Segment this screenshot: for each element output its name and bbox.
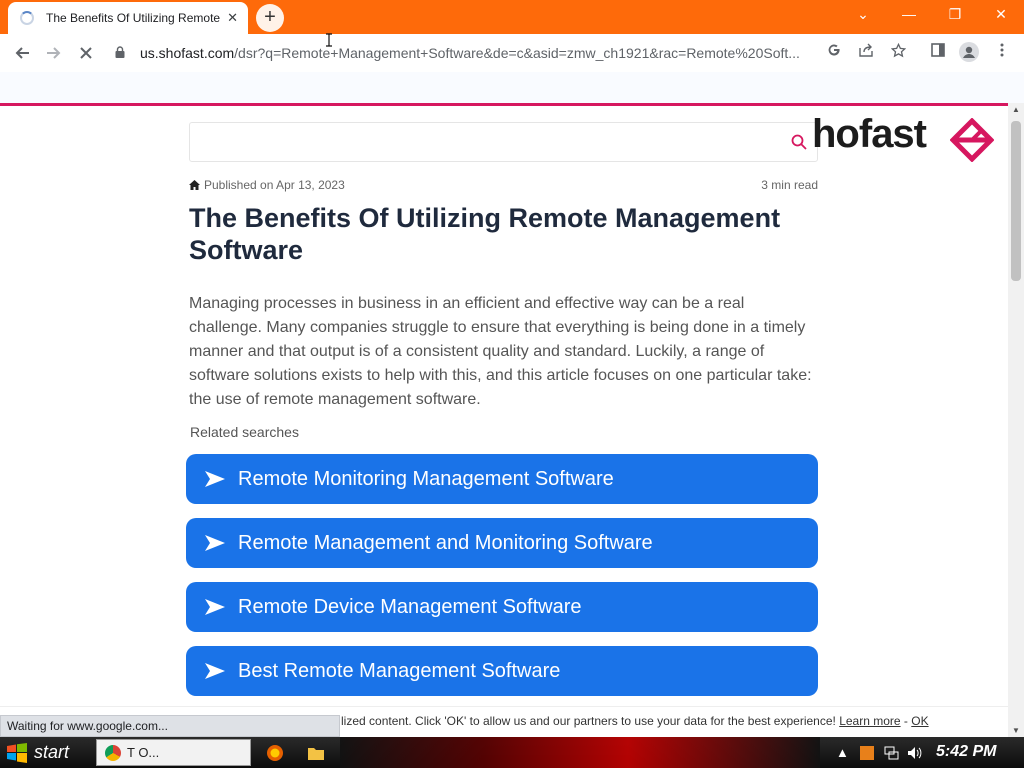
cookie-separator: - xyxy=(903,714,908,728)
restore-button[interactable]: ❐ xyxy=(932,0,978,30)
volume-icon[interactable] xyxy=(906,744,924,762)
shofast-logo-icon[interactable] xyxy=(950,118,994,162)
article-title: The Benefits Of Utilizing Remote Managem… xyxy=(189,203,781,265)
web-page: hofast Published on Apr 13, 2023 3 min r… xyxy=(0,106,1008,706)
start-button[interactable]: start xyxy=(0,737,88,768)
home-icon xyxy=(189,180,200,190)
status-bubble: Waiting for www.google.com... xyxy=(0,715,340,737)
article-meta: Published on Apr 13, 2023 3 min read xyxy=(189,178,818,192)
taskbar-clock[interactable]: 5:42 PM xyxy=(936,743,996,761)
loading-spinner-icon xyxy=(20,11,34,25)
profile-avatar-icon[interactable] xyxy=(959,42,979,62)
scroll-thumb[interactable] xyxy=(1011,121,1021,281)
related-search-label: Remote Management and Monitoring Softwar… xyxy=(238,531,653,554)
related-search-button[interactable]: Remote Device Management Software xyxy=(186,582,818,632)
tab-close-icon[interactable]: ✕ xyxy=(227,10,238,26)
learn-more-link[interactable]: Learn more xyxy=(839,714,900,728)
tray-app-icon[interactable] xyxy=(858,744,876,762)
google-lens-icon[interactable] xyxy=(824,43,844,61)
read-time: 3 min read xyxy=(761,178,818,192)
stop-loading-button[interactable] xyxy=(72,39,100,67)
page-scrollbar[interactable]: ▲ ▼ xyxy=(1008,103,1024,737)
browser-toolbar: us.shofast.com/dsr?q=Remote+Management+S… xyxy=(0,34,1024,72)
related-search-label: Remote Monitoring Management Software xyxy=(238,467,614,490)
tab-strip: The Benefits Of Utilizing Remote Managem… xyxy=(0,0,1024,34)
text-cursor-icon xyxy=(326,33,332,47)
arrow-right-icon xyxy=(205,535,225,551)
network-icon[interactable] xyxy=(882,744,900,762)
site-logo-text[interactable]: hofast xyxy=(812,112,927,157)
forward-button[interactable] xyxy=(40,39,68,67)
address-bar[interactable]: us.shofast.com/dsr?q=Remote+Management+S… xyxy=(110,38,940,68)
taskbar-background-image xyxy=(340,737,820,768)
cookie-ok-link[interactable]: OK xyxy=(911,714,928,728)
tab-title: The Benefits Of Utilizing Remote Managem… xyxy=(46,11,221,25)
back-button[interactable] xyxy=(8,39,36,67)
tray-expand-icon[interactable]: ▲ xyxy=(836,745,849,760)
taskbar-item-label: T O... xyxy=(127,745,160,760)
new-tab-button[interactable]: + xyxy=(256,4,284,32)
side-panel-icon[interactable] xyxy=(928,43,948,61)
published-date: Published on Apr 13, 2023 xyxy=(204,178,345,192)
url-host: us.shofast.com xyxy=(140,45,235,61)
minimize-button[interactable]: — xyxy=(886,0,932,30)
related-search-button[interactable]: Remote Monitoring Management Software xyxy=(186,454,818,504)
related-search-button[interactable]: Remote Management and Monitoring Softwar… xyxy=(186,518,818,568)
article-intro: Managing processes in business in an eff… xyxy=(189,295,812,408)
related-search-button[interactable]: Best Remote Management Software xyxy=(186,646,818,696)
arrow-right-icon xyxy=(205,599,225,615)
cookie-text: lized content. Click 'OK' to allow us an… xyxy=(341,714,929,728)
cookie-message: lized content. Click 'OK' to allow us an… xyxy=(341,714,836,728)
site-search-input[interactable] xyxy=(189,122,818,162)
arrow-right-icon xyxy=(205,471,225,487)
related-search-label: Remote Device Management Software xyxy=(238,595,582,618)
taskbar-chrome-item[interactable]: T O... xyxy=(96,739,251,766)
arrow-right-icon xyxy=(205,663,225,679)
share-icon[interactable] xyxy=(856,43,876,61)
close-window-button[interactable]: ✕ xyxy=(978,0,1024,30)
back-arrow-icon xyxy=(15,47,29,59)
bookmark-star-icon[interactable] xyxy=(888,42,908,62)
related-searches-label: Related searches xyxy=(190,424,299,440)
forward-arrow-icon xyxy=(47,47,61,59)
folder-icon[interactable] xyxy=(307,744,325,762)
tab-search-button[interactable]: ⌄ xyxy=(840,0,886,30)
close-icon xyxy=(80,47,92,59)
chrome-icon xyxy=(105,744,121,761)
scroll-up-icon[interactable]: ▲ xyxy=(1008,105,1024,114)
firefox-icon[interactable] xyxy=(266,744,284,762)
url-path: /dsr?q=Remote+Management+Software&de=c&a… xyxy=(234,45,800,61)
bookmarks-bar xyxy=(0,72,1024,103)
browser-tab[interactable]: The Benefits Of Utilizing Remote Managem… xyxy=(8,2,248,34)
scroll-down-icon[interactable]: ▼ xyxy=(1008,726,1024,735)
lock-icon xyxy=(110,45,130,61)
url-text: us.shofast.com/dsr?q=Remote+Management+S… xyxy=(140,45,810,61)
windows-flag-icon xyxy=(7,742,27,763)
related-search-label: Best Remote Management Software xyxy=(238,659,561,682)
start-label: start xyxy=(34,742,70,762)
search-icon[interactable] xyxy=(791,134,807,150)
menu-kebab-icon[interactable] xyxy=(992,43,1012,61)
windows-taskbar: start T O... ▲ 5:42 PM xyxy=(0,737,1024,768)
